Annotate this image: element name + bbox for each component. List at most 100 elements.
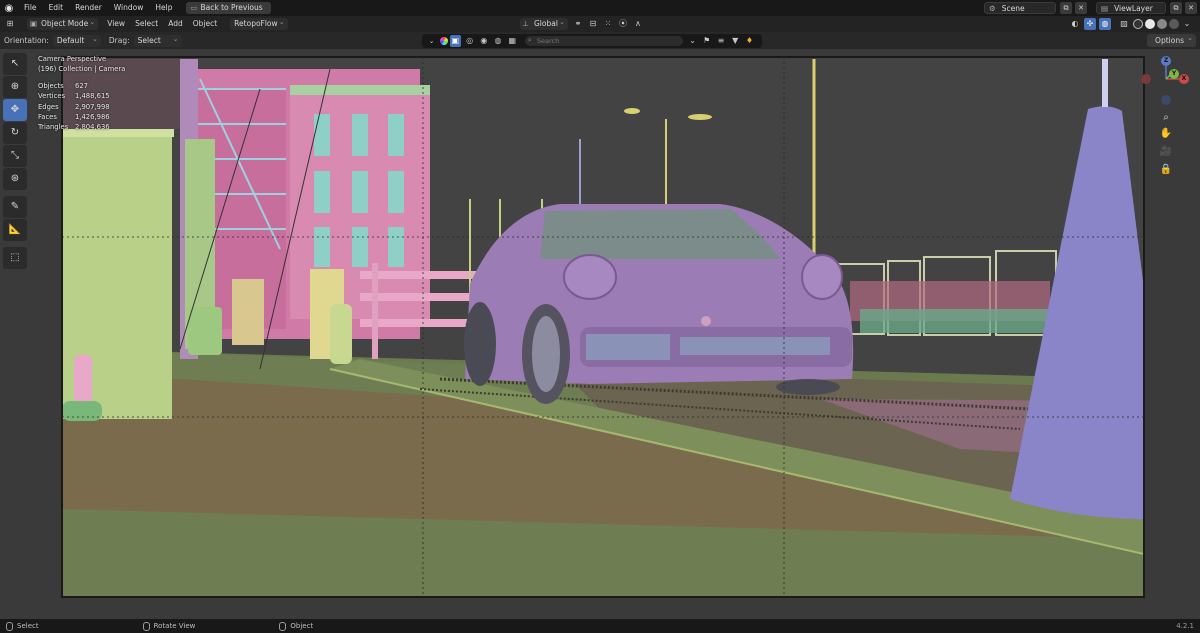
version-label: 4.2.1	[1176, 622, 1194, 630]
lock-camera-icon[interactable]: 🔒	[1159, 163, 1173, 177]
color-wheel-icon[interactable]	[440, 37, 448, 45]
menu-help[interactable]: Help	[149, 0, 178, 16]
view-name: Camera Perspective	[38, 55, 107, 63]
options-label: Options	[1155, 36, 1184, 45]
material-shading-icon[interactable]	[1157, 19, 1167, 29]
trash-can	[188, 307, 222, 355]
menu-view[interactable]: View	[102, 16, 130, 32]
viewport-shading-controls: ◐ ✢ ◍ ▨ ⌄	[1069, 16, 1196, 32]
retopoflow-menu[interactable]: RetopoFlow	[230, 16, 288, 30]
stats-label: Vertices	[38, 92, 66, 101]
axis-z-icon[interactable]: Z	[1161, 56, 1171, 66]
falloff-icon[interactable]: ∧	[632, 18, 644, 30]
mouse-left-icon	[6, 621, 13, 631]
new-viewlayer-icon[interactable]: ⧉	[1170, 2, 1182, 14]
axis-y-icon[interactable]: Y	[1169, 69, 1179, 79]
drag-label: Drag:	[108, 36, 130, 45]
funnel-filter-icon[interactable]: ▼	[730, 35, 741, 47]
proportional-edit-icon[interactable]: ⦿	[617, 18, 629, 30]
rendered-shading-icon[interactable]	[1169, 19, 1179, 29]
drag-dropdown[interactable]: Select Box	[133, 33, 182, 57]
fire-hydrant	[330, 304, 352, 364]
bottle	[74, 355, 92, 405]
dropdown-icon[interactable]: ⌄	[687, 35, 698, 47]
mode-dropdown[interactable]: ▣ Object Mode	[27, 16, 99, 30]
wireframe-shading-icon[interactable]	[1133, 19, 1143, 29]
options-dropdown[interactable]: Options	[1147, 32, 1196, 47]
pivot-icon[interactable]: ⚭	[572, 18, 584, 30]
back-to-previous-label: Back to Previous	[200, 3, 263, 12]
screen-icon: ▭	[190, 4, 198, 12]
scale-icon[interactable]: ⤡	[3, 145, 27, 167]
camera-view-icon[interactable]: 🎥	[1159, 145, 1173, 159]
menu-object[interactable]: Object	[188, 16, 222, 32]
world-filter-icon[interactable]: ◍	[492, 35, 503, 47]
transform-orientation-dropdown[interactable]: ⟂ Global	[520, 16, 568, 30]
new-scene-icon[interactable]: ⧉	[1060, 2, 1072, 14]
annotate-icon[interactable]: ✎	[3, 196, 27, 218]
sort-icon[interactable]: ≡	[715, 35, 726, 47]
viewlayer-selector[interactable]: ▤ ViewLayer	[1096, 2, 1166, 14]
menu-window[interactable]: Window	[108, 0, 150, 16]
snap-target-icon[interactable]: ⁙	[602, 18, 614, 30]
axis-neg-x-icon[interactable]	[1141, 74, 1151, 84]
stats-value: 1,488,615	[75, 92, 110, 101]
material-filter-icon[interactable]: ◉	[478, 35, 489, 47]
menu-add[interactable]: Add	[163, 16, 188, 32]
status-object: Object	[279, 621, 314, 631]
toolbar: ↖ ⊕ ✥ ↻ ⤡ ⊛ ✎ 📐 ⬚	[3, 53, 29, 270]
viewport-gizmo-icon[interactable]: ✢	[1084, 18, 1096, 30]
snap-icon[interactable]: ⊟	[587, 18, 599, 30]
cursor-icon[interactable]: ⊕	[3, 76, 27, 98]
editor-type-icon[interactable]: ⊞	[4, 18, 16, 30]
transform-orientation-label: Global	[534, 19, 558, 28]
mesh-filter-icon[interactable]: ▣	[449, 35, 461, 47]
overlays-icon[interactable]: ◍	[1099, 18, 1111, 30]
status-object-label: Object	[290, 622, 314, 630]
delete-scene-icon[interactable]: ✕	[1075, 2, 1087, 14]
menu-select[interactable]: Select	[130, 16, 163, 32]
scene-label: Scene	[1001, 3, 1025, 13]
filter-menu-icon[interactable]: ⌄	[426, 35, 437, 47]
xray-icon[interactable]: ▨	[1118, 18, 1130, 30]
orientation-value: Default	[56, 35, 85, 45]
scene-selector[interactable]: ⚙ Scene	[984, 2, 1056, 14]
menu-render[interactable]: Render	[69, 0, 108, 16]
back-to-previous-button[interactable]: ▭ Back to Previous	[186, 2, 271, 14]
image-filter-icon[interactable]: ▦	[507, 35, 518, 47]
scene-icon: ⚙	[989, 3, 996, 13]
curve-filter-icon[interactable]: ◎	[464, 35, 475, 47]
stats-value: 2,804,636	[75, 123, 110, 132]
move-icon[interactable]: ✥	[3, 99, 27, 121]
search-input[interactable]: Search	[524, 35, 683, 46]
add-cube-icon[interactable]: ⬚	[3, 247, 27, 269]
tool-settings-bar: Orientation: Default Drag: Select Box ⌄ …	[0, 32, 1200, 57]
pan-hand-icon[interactable]: ✋	[1159, 127, 1173, 141]
stats-label: Edges	[38, 102, 59, 111]
stats-label: Objects	[38, 81, 64, 90]
blender-logo-icon[interactable]: ◉	[0, 0, 18, 16]
axis-neg-z-icon[interactable]	[1161, 95, 1171, 105]
shading-options-icon[interactable]: ⌄	[1181, 18, 1193, 30]
stats-value: 1,426,986	[75, 113, 110, 122]
3d-viewport[interactable]: ↖ ⊕ ✥ ↻ ⤡ ⊛ ✎ 📐 ⬚ Camera Perspective (19…	[0, 49, 1200, 619]
measure-icon[interactable]: 📐	[3, 219, 27, 241]
delete-viewlayer-icon[interactable]: ✕	[1185, 2, 1197, 14]
solid-shading-icon[interactable]	[1145, 19, 1155, 29]
navigation-gizmo[interactable]: Z Y X ⌕ ✋ 🎥 🔒	[1138, 53, 1194, 183]
zoom-icon[interactable]: ⌕	[1159, 111, 1173, 125]
axis-x-icon[interactable]: X	[1179, 74, 1189, 84]
scene-render	[0, 49, 1200, 619]
stats-value: 2,907,998	[75, 102, 110, 111]
visibility-icon[interactable]: ◐	[1069, 18, 1081, 30]
orientation-dropdown[interactable]: Default	[52, 33, 101, 47]
bookmark-icon[interactable]: ⚑	[701, 35, 712, 47]
menu-file[interactable]: File	[18, 0, 43, 16]
menu-edit[interactable]: Edit	[43, 0, 70, 16]
notification-icon[interactable]: ♦	[744, 35, 755, 47]
status-select-label: Select	[17, 622, 39, 630]
cursor-select-icon[interactable]: ↖	[3, 53, 27, 75]
rotate-icon[interactable]: ↻	[3, 122, 27, 144]
transform-icon[interactable]: ⊛	[3, 168, 27, 190]
stats-label: Faces	[38, 113, 57, 122]
